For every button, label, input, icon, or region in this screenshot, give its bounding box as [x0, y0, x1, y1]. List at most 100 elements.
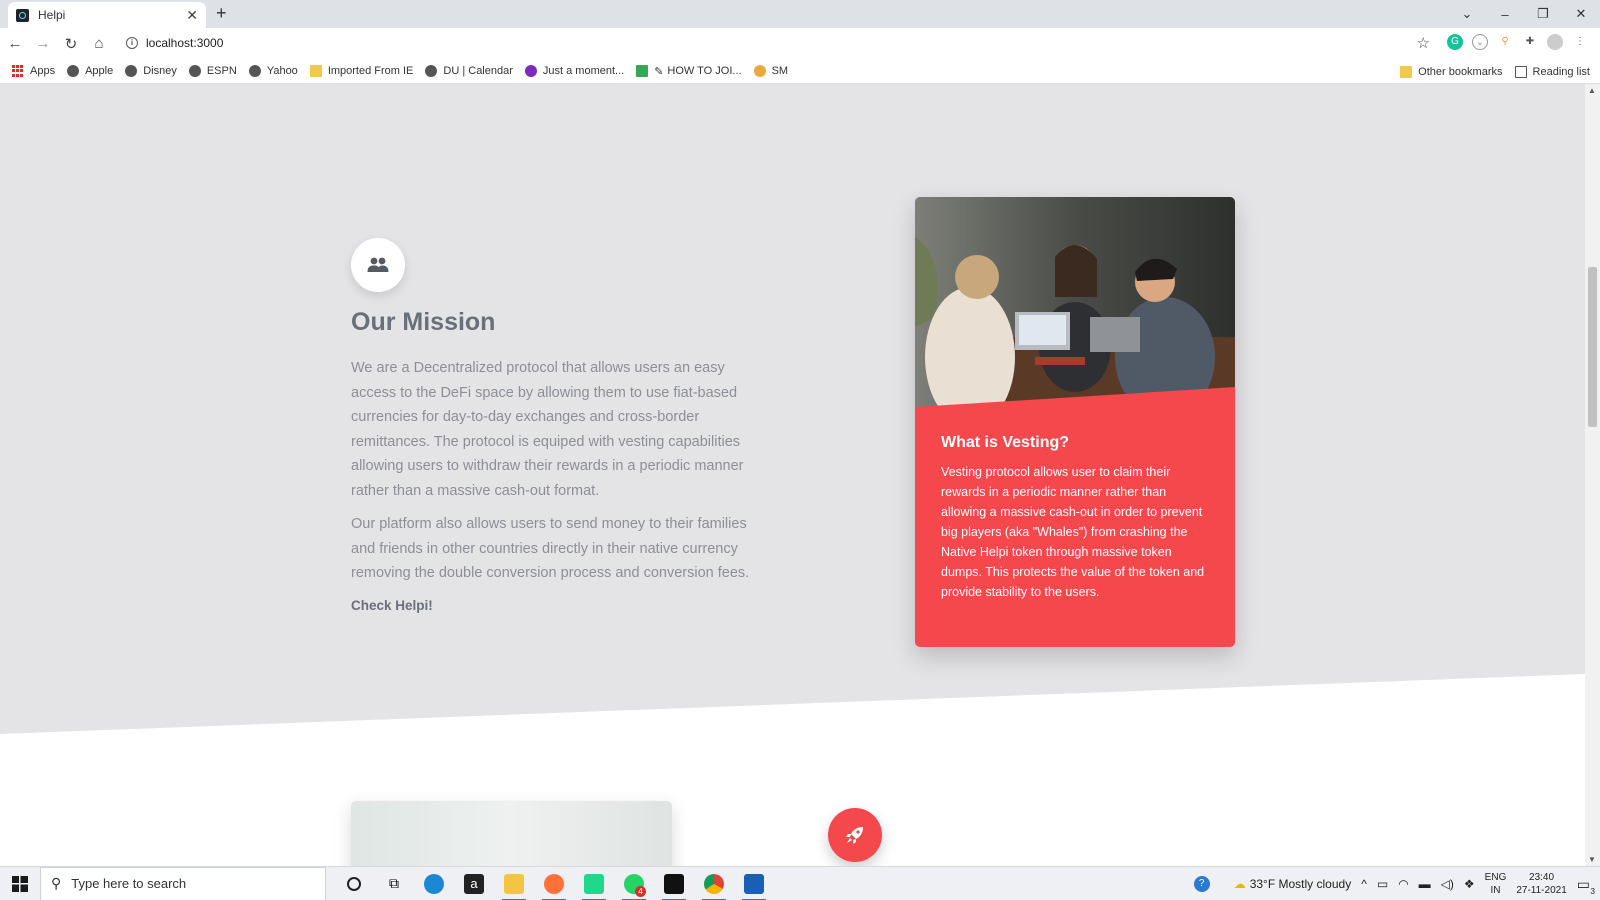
- profile-avatar[interactable]: [1547, 34, 1563, 50]
- bookmark-apple[interactable]: Apple: [67, 65, 113, 77]
- weather-icon: ☁: [1233, 877, 1246, 891]
- amazon-icon[interactable]: a: [454, 867, 494, 900]
- dropbox-icon[interactable]: ❖: [1464, 877, 1475, 891]
- home-icon[interactable]: ⌂: [86, 35, 112, 52]
- terminal-icon[interactable]: [654, 867, 694, 900]
- rocket-button[interactable]: [828, 808, 882, 862]
- help-icon[interactable]: ?: [1193, 876, 1210, 892]
- extension-icon[interactable]: ⚲: [1497, 34, 1513, 50]
- bookmark-label: Just a moment...: [542, 65, 625, 77]
- taskbar-apps: ⧉ a 4: [334, 867, 774, 900]
- pocket-icon[interactable]: ⌄: [1472, 34, 1488, 50]
- lower-section-image: [351, 801, 672, 866]
- lang-code: ENG: [1484, 872, 1507, 883]
- chrome-icon[interactable]: [694, 867, 734, 900]
- other-bookmarks-label: Other bookmarks: [1418, 65, 1503, 78]
- bookmark-du-calendar[interactable]: DU | Calendar: [425, 65, 513, 77]
- bookmark-label: DU | Calendar: [443, 65, 513, 77]
- vesting-card: What is Vesting? Vesting protocol allows…: [915, 197, 1235, 647]
- tab-title: Helpi: [38, 8, 66, 22]
- mission-heading: Our Mission: [351, 308, 496, 336]
- taskbar-search-input[interactable]: ⚲ Type here to search: [40, 866, 326, 900]
- file-explorer-icon[interactable]: [494, 867, 534, 900]
- minimize-icon[interactable]: –: [1486, 7, 1524, 22]
- bookmark-star-icon[interactable]: ☆: [1417, 34, 1430, 52]
- mission-paragraph-2: Our platform also allows users to send m…: [351, 516, 750, 581]
- globe-icon: [67, 65, 80, 77]
- reading-list-icon: [1514, 65, 1527, 78]
- restore-icon[interactable]: ❐: [1524, 6, 1562, 22]
- system-tray: ? ☁ 33°F Mostly cloudy ^ ▭ ◠ ▬ ◁) ❖ ENG …: [1193, 867, 1600, 900]
- clock[interactable]: 23:40 27-11-2021: [1516, 871, 1566, 897]
- cortana-icon[interactable]: [334, 867, 374, 900]
- start-button[interactable]: [0, 875, 40, 892]
- whatsapp-icon[interactable]: 4: [614, 867, 654, 900]
- folder-icon: [1400, 65, 1413, 78]
- new-tab-icon[interactable]: +: [216, 3, 227, 24]
- search-placeholder: Type here to search: [71, 876, 187, 891]
- firefox-icon[interactable]: [534, 867, 574, 900]
- green-logo-icon: [636, 65, 649, 77]
- tab-search-icon[interactable]: ⌄: [1448, 6, 1486, 22]
- chevron-up-icon[interactable]: ^: [1361, 877, 1367, 891]
- notifications-icon[interactable]: ▭ 3: [1577, 876, 1595, 896]
- puzzle-icon[interactable]: ✚: [1522, 34, 1538, 50]
- other-bookmarks[interactable]: Other bookmarks: [1400, 65, 1503, 78]
- back-icon[interactable]: ←: [2, 35, 28, 52]
- folder-icon: [309, 65, 322, 77]
- url-text[interactable]: localhost:3000: [146, 36, 223, 50]
- section-divider: [0, 674, 1585, 866]
- close-window-icon[interactable]: ✕: [1562, 6, 1600, 22]
- browser-tab-strip: Helpi ✕ + ⌄ – ❐ ✕: [0, 0, 1600, 28]
- bookmark-label: HOW TO JOI...: [667, 65, 742, 77]
- page-scrollbar[interactable]: ▲ ▼: [1585, 84, 1600, 866]
- browser-toolbar: ← → ↻ ⌂ i localhost:3000 ☆ G ⌄ ⚲ ✚ ⋮: [0, 28, 1600, 59]
- windows-logo-icon: [12, 875, 28, 892]
- grammarly-icon[interactable]: G: [1447, 34, 1463, 50]
- globe-icon: [425, 65, 438, 77]
- photos-icon[interactable]: [734, 867, 774, 900]
- address-bar[interactable]: i localhost:3000 ☆: [118, 30, 1430, 56]
- weather-text[interactable]: 33°F Mostly cloudy: [1250, 877, 1352, 891]
- vesting-card-text: Vesting protocol allows user to claim th…: [941, 465, 1205, 599]
- edge-icon[interactable]: [414, 867, 454, 900]
- browser-tab[interactable]: Helpi ✕: [8, 2, 206, 28]
- close-tab-icon[interactable]: ✕: [186, 7, 198, 24]
- volume-icon[interactable]: ◁): [1441, 877, 1454, 891]
- bookmark-label: Imported From IE: [327, 65, 414, 77]
- scroll-up-icon[interactable]: ▲: [1588, 86, 1596, 95]
- task-view-icon[interactable]: ⧉: [374, 867, 414, 900]
- pycharm-icon[interactable]: [574, 867, 614, 900]
- bookmark-espn[interactable]: ESPN: [188, 65, 237, 77]
- window-controls: ⌄ – ❐ ✕: [1448, 0, 1600, 28]
- site-info-icon[interactable]: i: [126, 37, 138, 49]
- forward-icon[interactable]: →: [30, 35, 56, 52]
- bookmark-sm[interactable]: SM: [753, 65, 788, 77]
- reading-list[interactable]: Reading list: [1514, 65, 1590, 78]
- bookmarks-right: Other bookmarks Reading list: [1388, 59, 1590, 84]
- bookmark-imported-from-ie[interactable]: Imported From IE: [309, 65, 414, 77]
- reload-icon[interactable]: ↻: [58, 35, 84, 53]
- globe-icon: [248, 65, 261, 77]
- globe-icon: [125, 65, 138, 77]
- meet-icon[interactable]: ▭: [1377, 877, 1388, 891]
- apps-grid-icon: [12, 65, 24, 77]
- scroll-down-icon[interactable]: ▼: [1588, 855, 1596, 864]
- date-text: 27-11-2021: [1516, 885, 1567, 896]
- bookmark-label: Yahoo: [266, 65, 298, 77]
- bookmark-disney[interactable]: Disney: [125, 65, 177, 77]
- team-photo: [915, 197, 1235, 417]
- battery-icon[interactable]: ▬: [1419, 877, 1431, 891]
- region-code: IN: [1490, 885, 1501, 896]
- check-helpi-link[interactable]: Check Helpi!: [351, 598, 433, 613]
- language-indicator[interactable]: ENG IN: [1485, 871, 1507, 897]
- bookmark-apps[interactable]: Apps: [12, 65, 55, 77]
- vesting-card-title: What is Vesting?: [941, 434, 1070, 451]
- scroll-thumb[interactable]: [1588, 267, 1597, 427]
- react-favicon-icon: [16, 8, 29, 22]
- bookmark-how-to-join[interactable]: ✎ HOW TO JOI...: [636, 65, 742, 78]
- bookmark-yahoo[interactable]: Yahoo: [248, 65, 298, 77]
- bookmark-just-a-moment[interactable]: Just a moment...: [524, 65, 625, 77]
- menu-dots-icon[interactable]: ⋮: [1572, 34, 1588, 50]
- wifi-icon[interactable]: ◠: [1398, 877, 1408, 891]
